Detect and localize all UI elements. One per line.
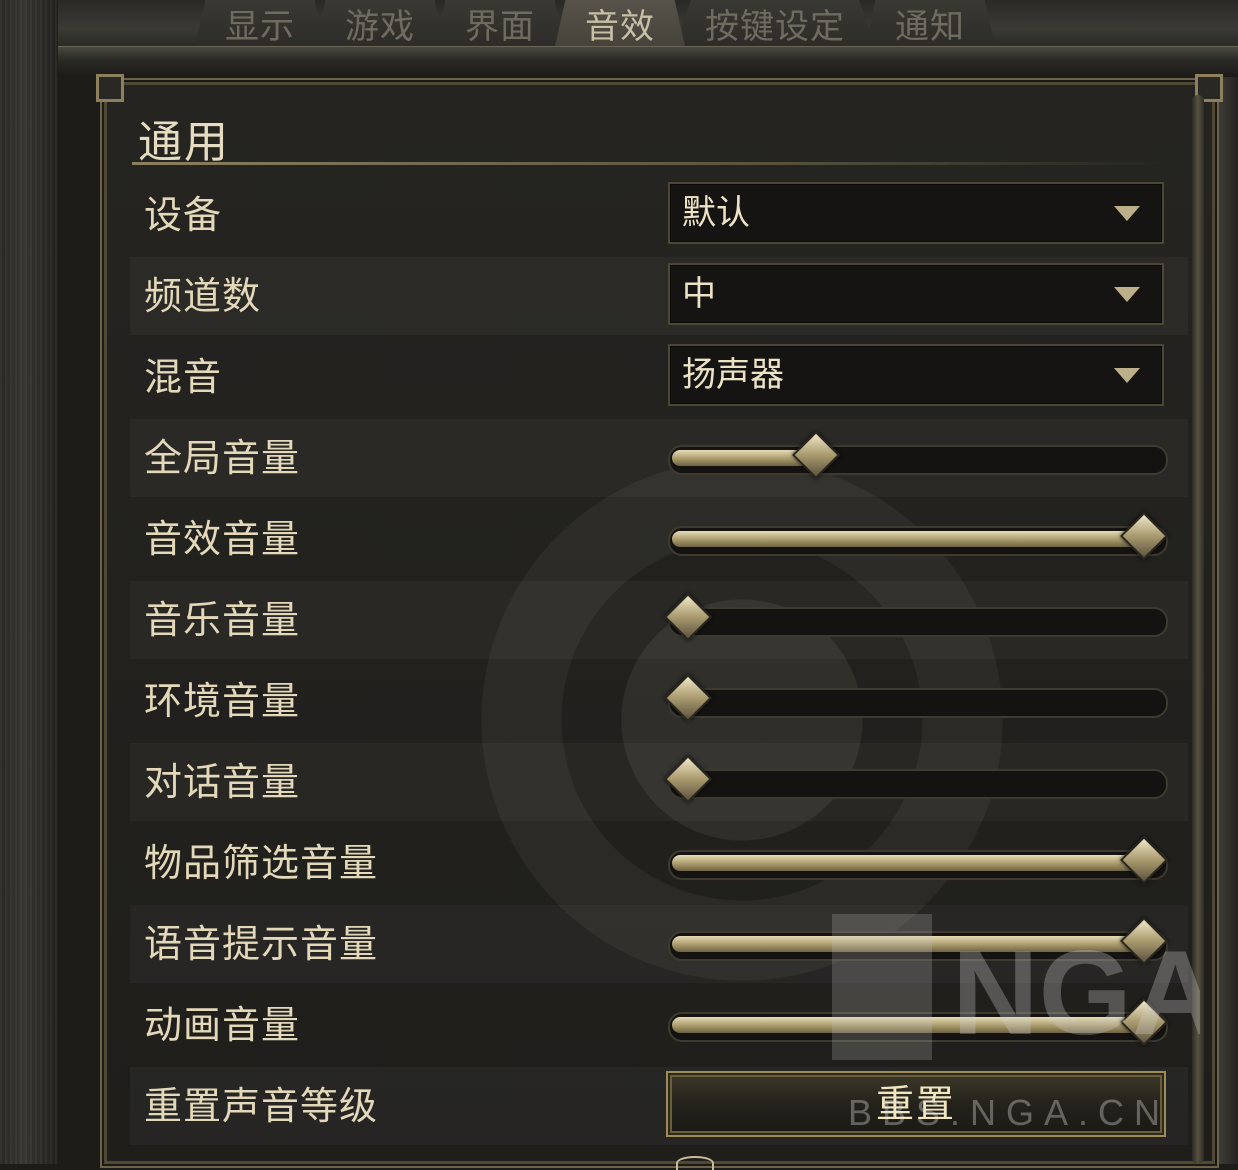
section-divider: [132, 162, 1172, 165]
mix-dropdown[interactable]: 扬声器: [668, 344, 1164, 406]
setting-label: 重置声音等级: [144, 1084, 379, 1128]
setting-row-master-volume: 全局音量: [130, 419, 1188, 497]
tab-audio[interactable]: 音效: [555, 0, 685, 46]
slider-thumb[interactable]: [1119, 511, 1169, 561]
setting-label: 音效音量: [144, 517, 301, 561]
scroll-indicator-icon: [676, 1156, 714, 1170]
watermark-site-text: BBS.NGA.CN: [848, 1092, 1171, 1133]
setting-row-music-volume: 音乐音量: [130, 581, 1188, 659]
setting-row-mix: 混音 扬声器: [130, 338, 1188, 416]
slider-fill: [672, 855, 1162, 871]
setting-label: 设备: [144, 193, 223, 237]
setting-label: 全局音量: [144, 436, 301, 480]
device-dropdown[interactable]: 默认: [668, 182, 1164, 244]
tab-keybindings[interactable]: 按键设定: [675, 0, 875, 46]
panel-header-frame: [58, 46, 1238, 77]
item-filter-volume-slider[interactable]: [668, 835, 1169, 885]
setting-label: 混音: [144, 355, 223, 399]
slider-thumb[interactable]: [663, 754, 713, 804]
setting-label: 音乐音量: [144, 598, 301, 642]
section-title: 通用: [138, 117, 230, 168]
setting-row-ambient-volume: 环境音量: [130, 662, 1188, 740]
chevron-down-icon: [1114, 287, 1140, 302]
slider-fill: [672, 531, 1162, 547]
slider-thumb[interactable]: [1119, 835, 1169, 885]
dropdown-selected-value: 中: [682, 274, 716, 314]
setting-row-sfx-volume: 音效音量: [130, 500, 1188, 578]
slider-thumb[interactable]: [663, 673, 713, 723]
music-volume-slider[interactable]: [663, 592, 1168, 642]
setting-label: 物品筛选音量: [144, 841, 379, 885]
dropdown-selected-value: 扬声器: [682, 355, 784, 395]
sfx-volume-slider[interactable]: [668, 511, 1169, 561]
slider-thumb[interactable]: [663, 592, 713, 642]
setting-label: 动画音量: [144, 1003, 301, 1047]
tab-game[interactable]: 游戏: [315, 0, 445, 46]
setting-label: 环境音量: [144, 679, 301, 723]
chevron-down-icon: [1114, 206, 1140, 221]
left-stone-frame: [0, 0, 58, 1164]
slider-fill: [672, 450, 808, 466]
slider-thumb[interactable]: [791, 430, 840, 480]
tab-display[interactable]: 显示: [195, 0, 325, 46]
chevron-down-icon: [1114, 368, 1140, 383]
setting-label: 频道数: [144, 274, 262, 318]
setting-row-dialogue-volume: 对话音量: [130, 743, 1188, 821]
tab-notifications[interactable]: 通知: [865, 0, 995, 46]
setting-label: 对话音量: [144, 760, 301, 804]
setting-row-item-filter-volume: 物品筛选音量: [130, 824, 1188, 902]
dialogue-volume-slider[interactable]: [663, 754, 1168, 804]
ambient-volume-slider[interactable]: [663, 673, 1168, 723]
watermark-logo-text: NGA: [952, 926, 1200, 1060]
setting-label: 语音提示音量: [144, 922, 379, 966]
master-volume-slider[interactable]: [668, 430, 1168, 480]
settings-tabs: 显示 游戏 界面 音效 按键设定 通知: [195, 0, 995, 46]
setting-row-channels: 频道数 中: [130, 257, 1188, 335]
setting-row-device: 设备 默认: [130, 176, 1188, 254]
nga-watermark-logo: NGA: [832, 914, 1200, 1060]
channels-dropdown[interactable]: 中: [668, 263, 1164, 325]
panel-corner-ornament: [96, 74, 124, 102]
dropdown-selected-value: 默认: [682, 193, 750, 233]
tab-interface[interactable]: 界面: [435, 0, 565, 46]
